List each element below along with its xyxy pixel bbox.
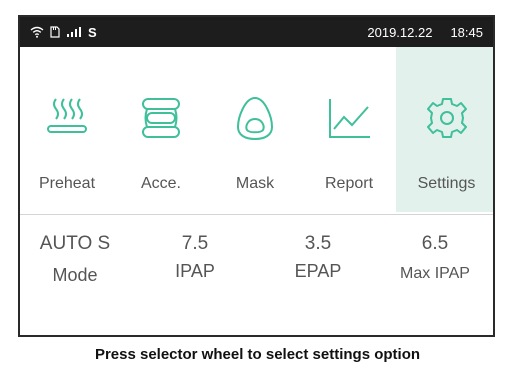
status-time: 18:45: [450, 24, 483, 40]
menu-label-settings: Settings: [417, 175, 476, 192]
caption: Press selector wheel to select settings …: [94, 346, 421, 363]
menu-item-report[interactable]: Report: [302, 47, 396, 212]
menu-item-settings[interactable]: Settings: [396, 47, 493, 212]
param-max-ipap: 6.5 Max IPAP: [380, 231, 490, 283]
menu-label-preheat: Preheat: [38, 175, 96, 192]
ipap-label: IPAP: [175, 261, 215, 281]
status-letter: S: [88, 24, 97, 40]
line-chart-icon: [326, 95, 372, 146]
mode-label: Mode: [52, 265, 98, 285]
menu-label-mask: Mask: [235, 175, 275, 192]
menu-item-preheat[interactable]: Preheat: [20, 47, 114, 212]
status-date: 2019.12.22: [367, 24, 433, 40]
param-mode: AUTO S Mode: [20, 231, 130, 286]
heat-waves-icon: [44, 95, 90, 146]
max-ipap-value: 6.5: [421, 233, 449, 254]
epap-label: EPAP: [294, 261, 342, 281]
ipap-value: 7.5: [181, 233, 209, 254]
wifi-icon: [30, 26, 44, 38]
divider: [20, 214, 493, 215]
menu-item-mask[interactable]: Mask: [208, 47, 302, 212]
sd-card-icon: [50, 26, 60, 38]
device-screen: S 2019.12.22 18:45 Preheat Acce. Mask Re…: [18, 15, 495, 337]
param-ipap: 7.5 IPAP: [140, 231, 250, 282]
menu-row: Preheat Acce. Mask Report Settings: [20, 47, 493, 212]
param-epap: 3.5 EPAP: [263, 231, 373, 282]
menu-label-report: Report: [324, 175, 374, 192]
menu-label-accessory: Acce.: [140, 175, 181, 192]
gear-icon: [424, 95, 470, 146]
max-ipap-label: Max IPAP: [400, 265, 470, 282]
signal-icon: [66, 26, 82, 38]
mode-value: AUTO S: [39, 233, 111, 254]
epap-value: 3.5: [304, 233, 332, 254]
status-bar: S 2019.12.22 18:45: [20, 17, 493, 47]
menu-item-accessory[interactable]: Acce.: [114, 47, 208, 212]
accessory-icon: [138, 95, 184, 146]
mask-icon: [232, 95, 278, 146]
